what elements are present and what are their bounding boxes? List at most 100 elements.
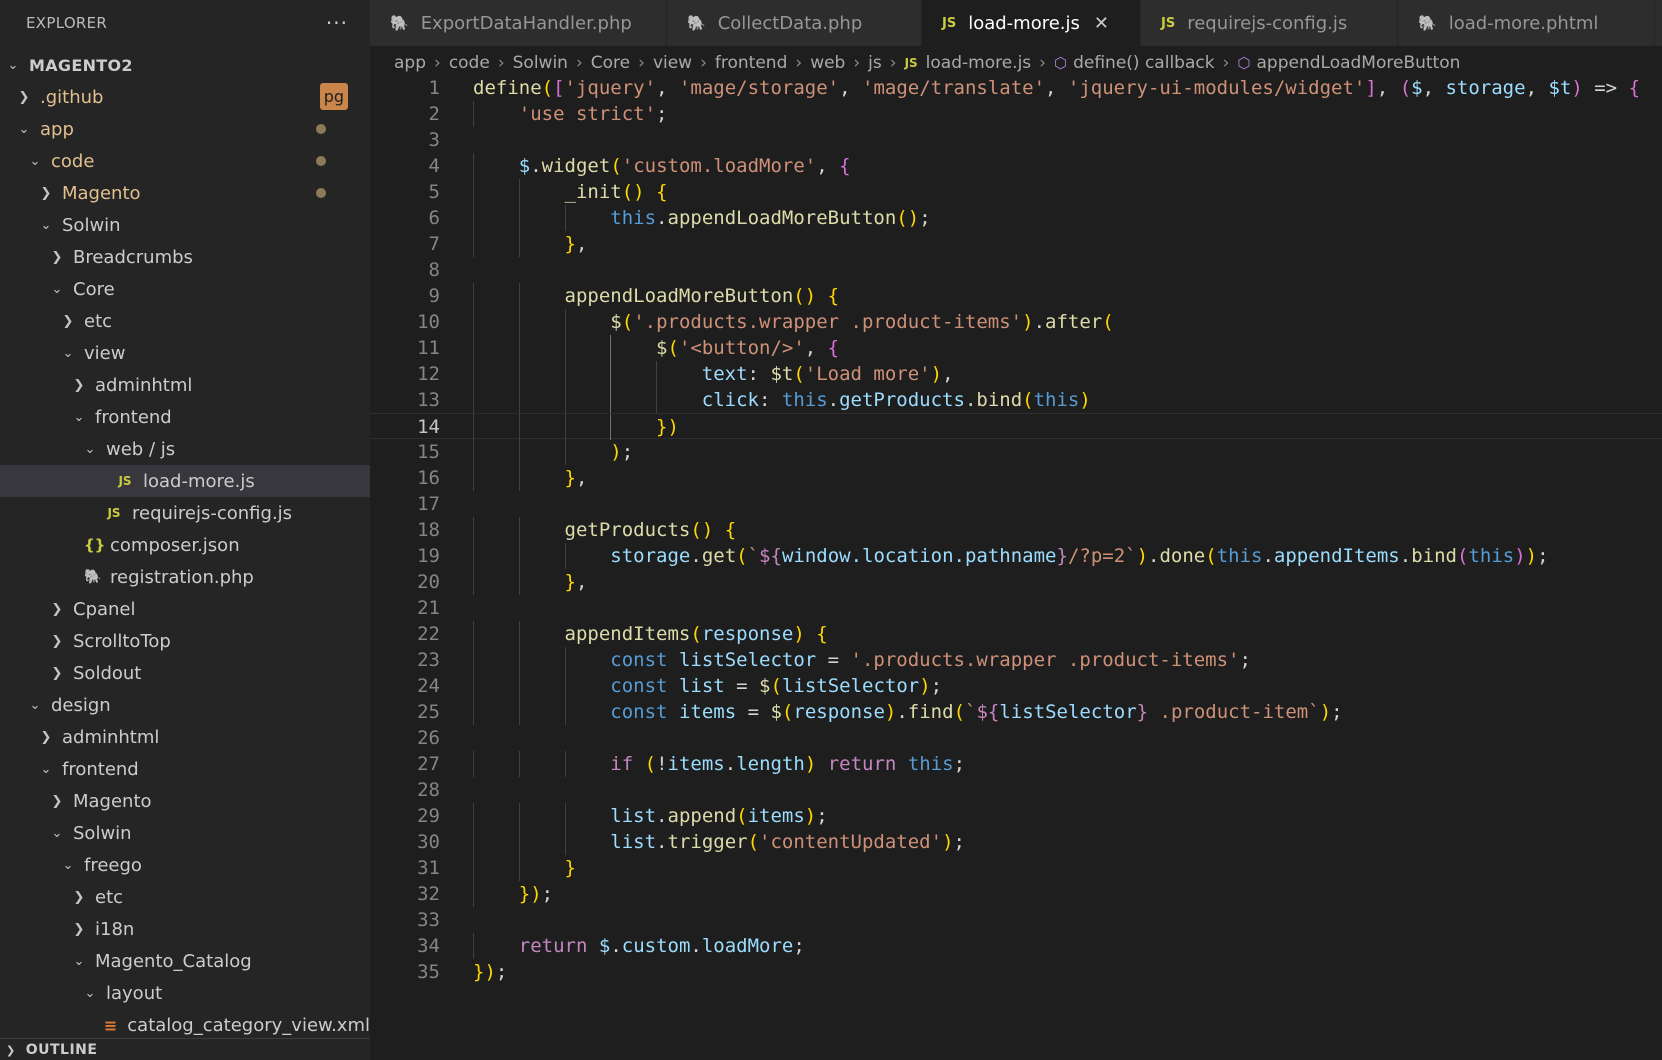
code-line[interactable]: 25 const items = $(response).find(`${lis…: [370, 699, 1662, 725]
code-line[interactable]: 6 this.appendLoadMoreButton();: [370, 205, 1662, 231]
code-line[interactable]: 24 const list = $(listSelector);: [370, 673, 1662, 699]
json-file-icon: {}: [84, 536, 106, 554]
editor-tab[interactable]: JS load-more.js ✕: [922, 0, 1141, 46]
tree-folder[interactable]: ❯ adminhtml: [0, 369, 370, 401]
breadcrumb-item[interactable]: app: [394, 53, 426, 73]
breadcrumb-item[interactable]: frontend: [715, 53, 787, 73]
code-line[interactable]: 34 return $.custom.loadMore;: [370, 933, 1662, 959]
js-file-icon: JS: [904, 56, 918, 70]
tree-folder[interactable]: ⌄ design: [0, 689, 370, 721]
breadcrumb-item[interactable]: Core: [591, 53, 630, 73]
code-line[interactable]: 16 },: [370, 465, 1662, 491]
code-line[interactable]: 5 _init() {: [370, 179, 1662, 205]
code-line[interactable]: 20 },: [370, 569, 1662, 595]
code-line[interactable]: 4 $.widget('custom.loadMore', {: [370, 153, 1662, 179]
code-line[interactable]: 28: [370, 777, 1662, 803]
tree-file[interactable]: 🐘 registration.php: [0, 561, 370, 593]
tree-folder[interactable]: ⌄ code: [0, 145, 370, 177]
code-line[interactable]: 26: [370, 725, 1662, 751]
code-editor[interactable]: I 1define(['jquery', 'mage/storage', 'ma…: [370, 80, 1662, 1060]
tree-folder[interactable]: ❯ adminhtml: [0, 721, 370, 753]
code-line[interactable]: 33: [370, 907, 1662, 933]
tree-file[interactable]: JS load-more.js: [0, 465, 370, 497]
breadcrumb-item[interactable]: code: [449, 53, 490, 73]
code-line[interactable]: 15 );: [370, 439, 1662, 465]
indent-guide: [473, 414, 474, 440]
indent-guide: [473, 647, 474, 673]
code-line[interactable]: 23 const listSelector = '.products.wrapp…: [370, 647, 1662, 673]
tree-folder[interactable]: ⌄ app: [0, 113, 370, 145]
tree-folder[interactable]: ❯ Magento: [0, 785, 370, 817]
chevron-right-icon: ›: [1039, 53, 1046, 73]
indent-guide: [564, 673, 566, 699]
tree-folder[interactable]: ❯ Magento: [0, 177, 370, 209]
tree-folder[interactable]: ⌄ Core: [0, 273, 370, 305]
tree-folder[interactable]: ❯ etc: [0, 881, 370, 913]
breadcrumb-item[interactable]: web: [810, 53, 845, 73]
code-line[interactable]: 21: [370, 595, 1662, 621]
code-line[interactable]: 19 storage.get(`${window.location.pathna…: [370, 543, 1662, 569]
tree-folder[interactable]: ⌄ Solwin: [0, 817, 370, 849]
tree-folder[interactable]: ⌄ freego: [0, 849, 370, 881]
code-line[interactable]: 9 appendLoadMoreButton() {: [370, 283, 1662, 309]
tree-folder[interactable]: ⌄ frontend: [0, 401, 370, 433]
tree-file[interactable]: ≡ catalog_category_view.xml: [0, 1009, 370, 1041]
editor-tab[interactable]: JS requirejs-config.js: [1141, 0, 1398, 46]
breadcrumb-item[interactable]: js: [868, 53, 882, 73]
code-line[interactable]: 12 text: $t('Load more'),: [370, 361, 1662, 387]
indent-guide: [518, 803, 520, 829]
breadcrumb-symbol[interactable]: define() callback: [1073, 53, 1214, 73]
tree-file[interactable]: JS requirejs-config.js: [0, 497, 370, 529]
tree-file[interactable]: {} composer.json: [0, 529, 370, 561]
tree-folder[interactable]: ⌄ Solwin: [0, 209, 370, 241]
tree-folder[interactable]: ❯ i18n: [0, 913, 370, 945]
tree-folder[interactable]: ❯ .github pg: [0, 81, 370, 113]
code-line[interactable]: 2 'use strict';: [370, 101, 1662, 127]
editor-tab[interactable]: 🐘Curl.p: [1655, 0, 1662, 46]
indent-guide: [473, 933, 474, 959]
code-line[interactable]: 1 define(['jquery', 'mage/storage', 'mage…: [370, 80, 1662, 101]
code-line[interactable]: 10 $('.products.wrapper .product-items')…: [370, 309, 1662, 335]
tree-folder[interactable]: ⌄ MAGENTO2: [0, 49, 370, 81]
editor-tab[interactable]: 🐘 load-more.phtml: [1398, 0, 1655, 46]
more-actions-icon[interactable]: ···: [326, 11, 348, 35]
tree-folder[interactable]: ⌄ layout: [0, 977, 370, 1009]
code-line[interactable]: 22 appendItems(response) {: [370, 621, 1662, 647]
code-line[interactable]: 13 click: this.getProducts.bind(this): [370, 387, 1662, 413]
code-line[interactable]: 31 }: [370, 855, 1662, 881]
indent-guide: [656, 361, 658, 387]
editor-tab[interactable]: 🐘 ExportDataHandler.php: [370, 0, 667, 46]
tree-folder[interactable]: ❯ ScrolltoTop: [0, 625, 370, 657]
breadcrumb-item[interactable]: view: [653, 53, 692, 73]
code-text: });: [473, 961, 508, 983]
tree-folder[interactable]: ⌄ Magento_Catalog: [0, 945, 370, 977]
breadcrumb-symbol[interactable]: appendLoadMoreButton: [1257, 53, 1461, 73]
tree-folder[interactable]: ❯ Cpanel: [0, 593, 370, 625]
code-line[interactable]: 35});: [370, 959, 1662, 985]
tree-folder[interactable]: ❯ Breadcrumbs: [0, 241, 370, 273]
breadcrumb-item[interactable]: Solwin: [513, 53, 568, 73]
tree-folder[interactable]: ⌄ web / js: [0, 433, 370, 465]
code-line[interactable]: 29 list.append(items);: [370, 803, 1662, 829]
code-line[interactable]: 7 },: [370, 231, 1662, 257]
code-line[interactable]: 11 $('<button/>', {: [370, 335, 1662, 361]
code-line[interactable]: 27 if (!items.length) return this;: [370, 751, 1662, 777]
code-line[interactable]: 18 getProducts() {: [370, 517, 1662, 543]
code-line[interactable]: 3: [370, 127, 1662, 153]
indent-guide: [473, 179, 474, 205]
code-line[interactable]: 8: [370, 257, 1662, 283]
explorer-sidebar: EXPLORER ··· ⌄ MAGENTO2 ❯ .github pg ⌄ app ⌄ cod…: [0, 0, 370, 1060]
code-line[interactable]: 17: [370, 491, 1662, 517]
tree-folder[interactable]: ❯ Soldout: [0, 657, 370, 689]
tree-folder[interactable]: ⌄ frontend: [0, 753, 370, 785]
code-line[interactable]: 14 }): [370, 413, 1662, 440]
code-line[interactable]: 30 list.trigger('contentUpdated');: [370, 829, 1662, 855]
editor-tab[interactable]: 🐘 CollectData.php: [667, 0, 922, 46]
outline-section-header[interactable]: ❯ OUTLINE: [0, 1038, 370, 1060]
code-line[interactable]: 32 });: [370, 881, 1662, 907]
tree-folder[interactable]: ❯ etc: [0, 305, 370, 337]
chevron-right-icon: ❯: [40, 185, 52, 201]
tree-folder[interactable]: ⌄ view: [0, 337, 370, 369]
breadcrumb-file[interactable]: load-more.js: [926, 53, 1032, 73]
close-icon[interactable]: ✕: [1094, 13, 1109, 34]
